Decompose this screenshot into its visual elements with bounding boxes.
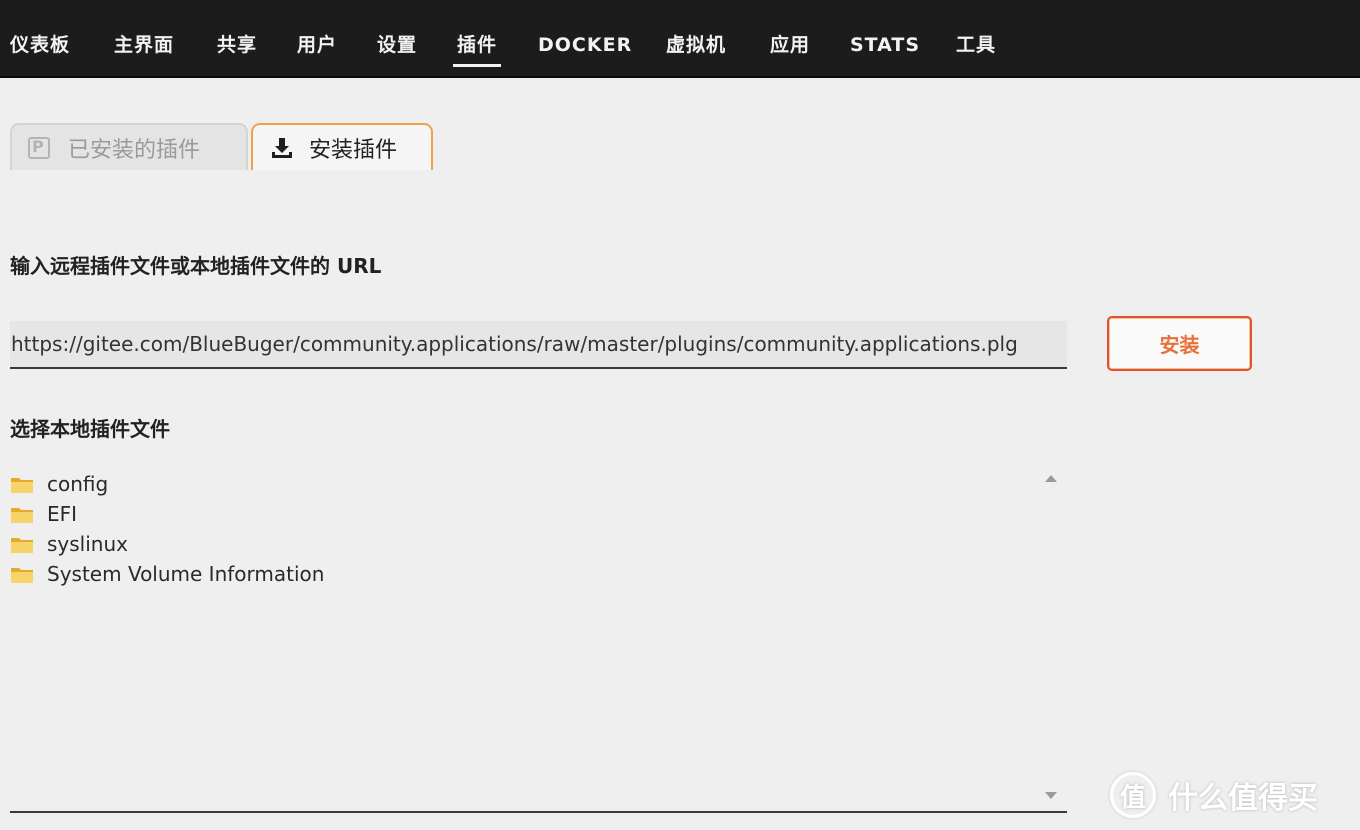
folder-item-efi[interactable]: EFI	[10, 501, 77, 527]
nav-item-shares[interactable]: 共享	[217, 31, 257, 59]
tab-installed-plugins[interactable]: 已安装的插件	[10, 123, 248, 170]
watermark: 值 什么值得买	[1110, 770, 1318, 820]
nav-item-settings[interactable]: 设置	[377, 31, 417, 59]
scroll-up-arrow-icon[interactable]	[1045, 475, 1057, 482]
nav-item-apps[interactable]: 应用	[770, 31, 810, 59]
plugin-url-input[interactable]	[10, 321, 1067, 369]
local-file-tree[interactable]: config EFI syslinux System Volume Inform…	[10, 463, 1067, 813]
nav-item-dashboard[interactable]: 仪表板	[10, 31, 70, 59]
nav-item-stats[interactable]: STATS	[850, 31, 920, 59]
tab-install-plugin-label: 安装插件	[309, 137, 398, 163]
folder-item-system-volume-information[interactable]: System Volume Information	[10, 561, 324, 587]
folder-name: config	[47, 472, 109, 496]
plugin-icon	[28, 136, 50, 159]
install-button[interactable]: 安装	[1107, 316, 1252, 371]
folder-icon	[11, 567, 33, 583]
url-section-title: 输入远程插件文件或本地插件文件的 URL	[10, 254, 382, 278]
folder-icon	[11, 507, 33, 523]
nav-item-vms[interactable]: 虚拟机	[666, 31, 726, 59]
nav-item-tools[interactable]: 工具	[956, 31, 996, 59]
download-icon	[272, 137, 292, 158]
nav-item-docker[interactable]: DOCKER	[538, 31, 632, 59]
watermark-logo: 值	[1110, 772, 1156, 818]
watermark-text: 什么值得买	[1168, 781, 1318, 816]
tab-installed-plugins-label: 已安装的插件	[68, 137, 201, 163]
folder-icon	[11, 537, 33, 553]
folder-item-syslinux[interactable]: syslinux	[10, 531, 128, 557]
top-navigation: 仪表板 主界面 共享 用户 设置 插件 DOCKER 虚拟机 应用 STATS …	[0, 0, 1360, 78]
folder-icon	[11, 477, 33, 493]
folder-item-config[interactable]: config	[10, 471, 108, 497]
nav-item-main[interactable]: 主界面	[114, 31, 174, 59]
scroll-down-arrow-icon[interactable]	[1045, 792, 1057, 799]
folder-name: System Volume Information	[47, 562, 325, 586]
tab-install-plugin[interactable]: 安装插件	[251, 123, 433, 170]
nav-item-plugins[interactable]: 插件	[452, 31, 502, 67]
nav-item-users[interactable]: 用户	[297, 31, 337, 59]
folder-name: EFI	[47, 502, 78, 526]
folder-name: syslinux	[47, 532, 128, 556]
local-section-title: 选择本地插件文件	[10, 417, 170, 441]
